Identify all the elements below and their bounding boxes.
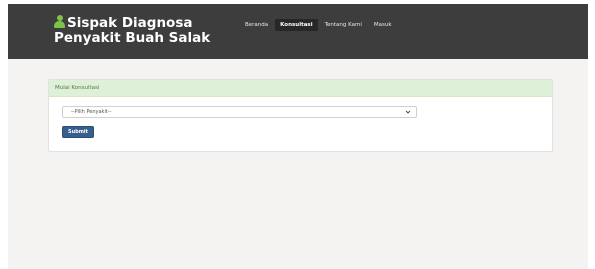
user-icon xyxy=(54,15,65,28)
chevron-down-icon xyxy=(405,110,411,114)
disease-select-value: --Pilih Penyakit-- xyxy=(71,109,112,115)
card-header: Mulai Konsultasi xyxy=(49,80,552,97)
nav-item-masuk[interactable]: Masuk xyxy=(369,19,397,31)
brand-title-line-2: Penyakit Buah Salak xyxy=(54,30,211,46)
brand-title-text: Sispak Diagnosa xyxy=(67,15,193,31)
page-frame: Sispak Diagnosa Penyakit Buah Salak Bera… xyxy=(8,4,588,269)
disease-select[interactable]: --Pilih Penyakit-- xyxy=(62,106,417,118)
brand-logo[interactable]: Sispak Diagnosa Penyakit Buah Salak xyxy=(54,15,214,46)
submit-button[interactable]: Submit xyxy=(62,126,94,138)
nav-item-tentang-kami[interactable]: Tentang Kami xyxy=(320,19,367,31)
nav-item-beranda[interactable]: Beranda xyxy=(240,19,273,31)
navbar: Sispak Diagnosa Penyakit Buah Salak Bera… xyxy=(8,4,588,59)
consultation-card: Mulai Konsultasi --Pilih Penyakit-- Subm… xyxy=(48,79,553,152)
nav-item-konsultasi[interactable]: Konsultasi xyxy=(275,19,318,31)
brand-title-line-1: Sispak Diagnosa xyxy=(54,15,214,31)
nav-menu: Beranda Konsultasi Tentang Kami Masuk xyxy=(240,19,399,31)
